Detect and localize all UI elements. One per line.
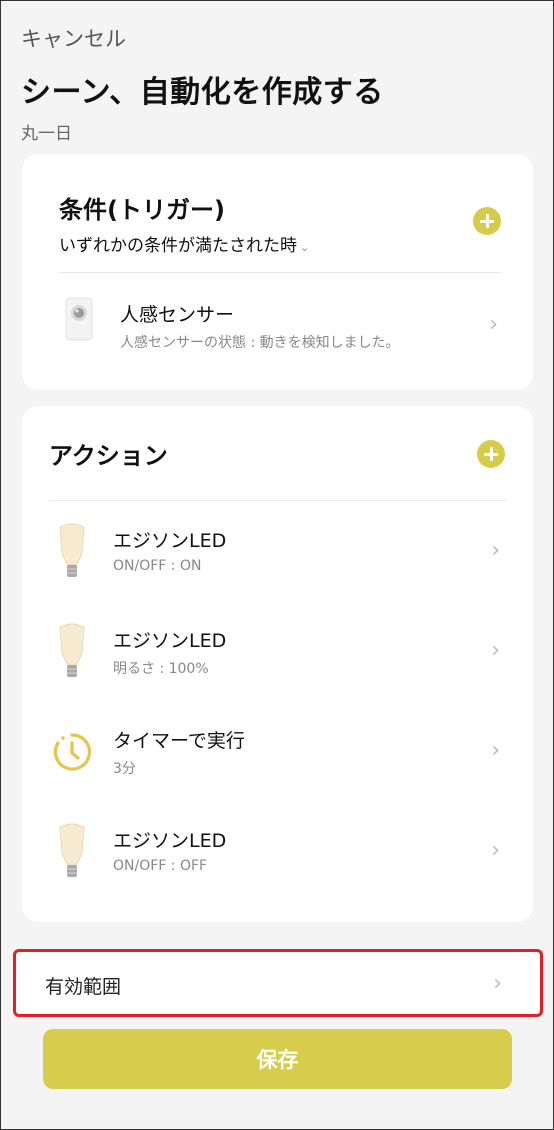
chevron-down-icon: ⌄ [300, 241, 310, 254]
item-detail: 3分 [113, 761, 136, 777]
condition-title: 条件(トリガー) [59, 196, 225, 224]
action-item[interactable]: エジソンLED ON/OFF : OFF › [22, 818, 533, 898]
condition-item-motion-sensor[interactable]: 人感センサー 人感センサーの状態 : 動きを検知しました。 › [22, 292, 533, 372]
item-name: エジソンLED [113, 530, 227, 552]
divider [59, 272, 501, 273]
item-detail: 明るさ : 100% [113, 661, 209, 677]
condition-mode-selector[interactable]: いずれかの条件が満たされた時 ⌄ [59, 231, 309, 256]
cancel-button[interactable]: キャンセル [21, 23, 126, 53]
edison-bulb-icon [59, 623, 85, 677]
save-button[interactable]: 保存 [43, 1029, 512, 1089]
divider [49, 500, 506, 501]
item-detail: ON/OFF : ON [113, 558, 202, 574]
action-card: アクション エジソンLED ON/OFF : ON › エジソンLED 明るさ … [22, 406, 533, 922]
chevron-right-icon: › [491, 838, 500, 863]
item-name: エジソンLED [113, 830, 227, 852]
item-name: エジソンLED [113, 630, 227, 652]
item-detail: ON/OFF : OFF [113, 858, 208, 874]
chevron-right-icon: › [489, 312, 498, 337]
action-item[interactable]: エジソンLED 明るさ : 100% › [22, 618, 533, 698]
chevron-right-icon: › [491, 738, 500, 763]
chevron-right-icon: › [491, 638, 500, 663]
add-condition-button[interactable] [473, 207, 501, 235]
item-name: 人感センサー [120, 304, 235, 326]
condition-mode-label: いずれかの条件が満たされた時 [59, 236, 297, 256]
effective-scope-row[interactable]: 有効範囲 › [13, 949, 543, 1017]
timer-icon [53, 733, 92, 771]
chevron-right-icon: › [493, 971, 502, 996]
item-name: タイマーで実行 [113, 730, 245, 752]
action-title: アクション [49, 442, 168, 470]
chevron-right-icon: › [491, 538, 500, 563]
add-action-button[interactable] [477, 440, 505, 468]
schedule-subtitle[interactable]: 丸一日 [21, 119, 72, 144]
condition-card: 条件(トリガー) いずれかの条件が満たされた時 ⌄ 人感センサー 人感センサーの状… [22, 154, 533, 390]
edison-bulb-icon [59, 523, 85, 577]
effective-scope-label: 有効範囲 [45, 976, 122, 998]
action-item[interactable]: エジソンLED ON/OFF : ON › [22, 518, 533, 598]
edison-bulb-icon [59, 823, 85, 877]
page-title: シーン、自動化を作成する [21, 75, 384, 110]
action-item[interactable]: タイマーで実行 3分 › [22, 718, 533, 798]
item-detail: 人感センサーの状態 : 動きを検知しました。 [120, 335, 400, 351]
motion-sensor-icon [65, 297, 93, 341]
